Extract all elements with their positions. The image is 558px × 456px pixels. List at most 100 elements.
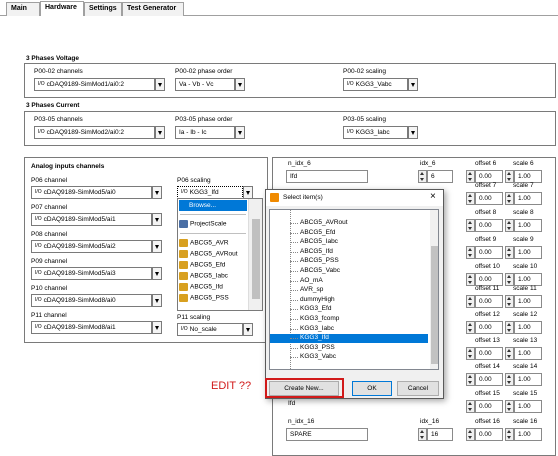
p09-channel-combo[interactable]: I/O cDAQ9189-SimMod5/ai3 (31, 267, 152, 280)
offset-spinner[interactable] (466, 400, 475, 413)
scale-spinner[interactable] (505, 246, 514, 259)
tree-item[interactable]: KGG3_PSS (270, 344, 428, 353)
n-idx-6-field[interactable]: Ifd (286, 170, 368, 183)
tree-item[interactable]: KGG3_Ifd (270, 334, 428, 344)
p03-05-scaling-combo[interactable]: I/O KGG3_Iabc (343, 126, 408, 139)
scale-spinner[interactable] (505, 400, 514, 413)
p11-scaling-combo[interactable]: I/O No_scale (177, 323, 243, 336)
scale-spinner[interactable] (505, 192, 514, 205)
offset-spinner[interactable] (466, 170, 475, 183)
scale-spinner[interactable] (505, 373, 514, 386)
dropdown-scrollbar[interactable] (248, 199, 262, 310)
cancel-button[interactable]: Cancel (397, 381, 439, 396)
scale-field[interactable]: 1.00 (514, 400, 542, 413)
p08-channel-combo[interactable]: I/O cDAQ9189-SimMod5/ai2 (31, 240, 152, 253)
scale-spinner[interactable] (505, 295, 514, 308)
p07-channel-combo[interactable]: I/O cDAQ9189-SimMod5/ai1 (31, 213, 152, 226)
scale-field[interactable]: 1.00 (514, 347, 542, 360)
offset-field[interactable]: 0.00 (475, 400, 503, 413)
tree-item[interactable]: ABCG5_AVRout (270, 219, 428, 228)
p08-channel-dropdown-button[interactable] (152, 240, 162, 253)
p03-05-scaling-dropdown-button[interactable] (408, 126, 418, 139)
p10-channel-combo[interactable]: I/O cDAQ9189-SimMod8/ai0 (31, 294, 152, 307)
tree-item[interactable]: KGG3_Iabc (270, 325, 428, 334)
offset-spinner[interactable] (466, 219, 475, 232)
p00-02-channels-dropdown-button[interactable] (155, 78, 165, 91)
tree-item[interactable]: KGG3_Efd (270, 305, 428, 314)
items-tree[interactable]: ABCG5_AVRout ABCG5_Efd ABCG5_Iabc ABCG5_Ifd… (269, 209, 439, 370)
dropdown-item[interactable]: ABCG5_AVR (179, 239, 229, 247)
p06-channel-combo[interactable]: I/O cDAQ9189-SimMod5/ai0 (31, 186, 152, 199)
scale-field[interactable]: 1.00 (514, 373, 542, 386)
p11-channel-combo[interactable]: I/O cDAQ9189-SimMod8/ai1 (31, 321, 152, 334)
idx-6-spinner[interactable] (418, 170, 427, 183)
idx-16-field[interactable]: 16 (427, 428, 453, 441)
p11-channel-dropdown-button[interactable] (152, 321, 162, 334)
p03-05-channels-combo[interactable]: I/O cDAQ9189-SimMod2/ai0:2 (34, 126, 155, 139)
p00-02-phase-order-select[interactable]: Va - Vb - Vc (175, 78, 235, 91)
tree-item[interactable]: KGG3_fcomp (270, 315, 428, 324)
p00-02-scaling-dropdown-button[interactable] (408, 78, 418, 91)
offset-spinner[interactable] (466, 321, 475, 334)
offset-field[interactable]: 0.00 (475, 192, 503, 205)
dropdown-item[interactable]: ABCG5_PSS (179, 294, 229, 302)
scale-field[interactable]: 1.00 (514, 246, 542, 259)
offset-spinner[interactable] (466, 428, 475, 441)
tab-main[interactable]: Main (6, 2, 40, 16)
tree-item[interactable]: AO_mA (270, 277, 428, 286)
dropdown-item[interactable]: ProjectScale (179, 220, 227, 228)
p00-02-phase-order-dropdown-button[interactable] (235, 78, 245, 91)
dropdown-item[interactable]: ABCG5_Ifd (179, 283, 223, 291)
idx-6-field[interactable]: 6 (427, 170, 453, 183)
p06-channel-dropdown-button[interactable] (152, 186, 162, 199)
tree-item[interactable]: ABCG5_Ifd (270, 248, 428, 257)
offset-field[interactable]: 0.00 (475, 373, 503, 386)
offset-spinner[interactable] (466, 295, 475, 308)
scale-field[interactable]: 1.00 (514, 428, 542, 441)
scale-spinner[interactable] (505, 219, 514, 232)
offset-spinner[interactable] (466, 347, 475, 360)
p03-05-phase-order-select[interactable]: Ia - Ib - Ic (175, 126, 235, 139)
browse-menu-item[interactable]: Browse... (179, 200, 247, 211)
tree-item[interactable]: dummyHigh (270, 296, 428, 305)
offset-field[interactable]: 0.00 (475, 246, 503, 259)
p10-channel-dropdown-button[interactable] (152, 294, 162, 307)
dropdown-item[interactable]: ABCG5_AVRout (179, 250, 238, 258)
p09-channel-dropdown-button[interactable] (152, 267, 162, 280)
offset-field[interactable]: 0.00 (475, 295, 503, 308)
tree-item[interactable]: ABCG5_Vabc (270, 267, 428, 276)
scale-field[interactable]: 1.00 (514, 192, 542, 205)
close-icon[interactable]: × (430, 191, 436, 202)
offset-spinner[interactable] (466, 246, 475, 259)
scale-spinner[interactable] (505, 347, 514, 360)
offset-field[interactable]: 0.00 (475, 428, 503, 441)
offset-field[interactable]: 0.00 (475, 219, 503, 232)
tree-item[interactable]: ABCG5_Efd (270, 229, 428, 238)
p11-scaling-dropdown-button[interactable] (243, 323, 253, 336)
p03-05-channels-dropdown-button[interactable] (155, 126, 165, 139)
tree-item[interactable]: ABCG5_PSS (270, 257, 428, 266)
p00-02-scaling-combo[interactable]: I/O KGG3_Vabc (343, 78, 408, 91)
dropdown-item[interactable]: ABCG5_Efd (179, 261, 225, 269)
p07-channel-dropdown-button[interactable] (152, 213, 162, 226)
p00-02-channels-combo[interactable]: I/O cDAQ9189-SimMod1/ai0:2 (34, 78, 155, 91)
tab-settings[interactable]: Settings (84, 2, 122, 16)
tree-item[interactable]: AVR_sp (270, 286, 428, 295)
offset-spinner[interactable] (466, 373, 475, 386)
offset-spinner[interactable] (466, 192, 475, 205)
tab-hardware[interactable]: Hardware (40, 1, 84, 16)
scale-field[interactable]: 1.00 (514, 219, 542, 232)
offset-field[interactable]: 0.00 (475, 347, 503, 360)
scale-spinner[interactable] (505, 428, 514, 441)
dropdown-item[interactable]: ABCG5_Iabc (179, 272, 228, 280)
tree-item[interactable]: KGG3_Vabc (270, 353, 428, 362)
offset-field[interactable]: 0.00 (475, 321, 503, 334)
p03-05-phase-order-dropdown-button[interactable] (235, 126, 245, 139)
dropdown-scroll-thumb[interactable] (252, 219, 260, 299)
tab-test-generator[interactable]: Test Generator (122, 2, 184, 16)
scale-spinner[interactable] (505, 321, 514, 334)
tree-item[interactable]: ABCG5_Iabc (270, 238, 428, 247)
tree-scroll-thumb[interactable] (431, 246, 438, 364)
n-idx-16-field[interactable]: SPARE (286, 428, 368, 441)
offset-spinner[interactable] (466, 273, 475, 286)
